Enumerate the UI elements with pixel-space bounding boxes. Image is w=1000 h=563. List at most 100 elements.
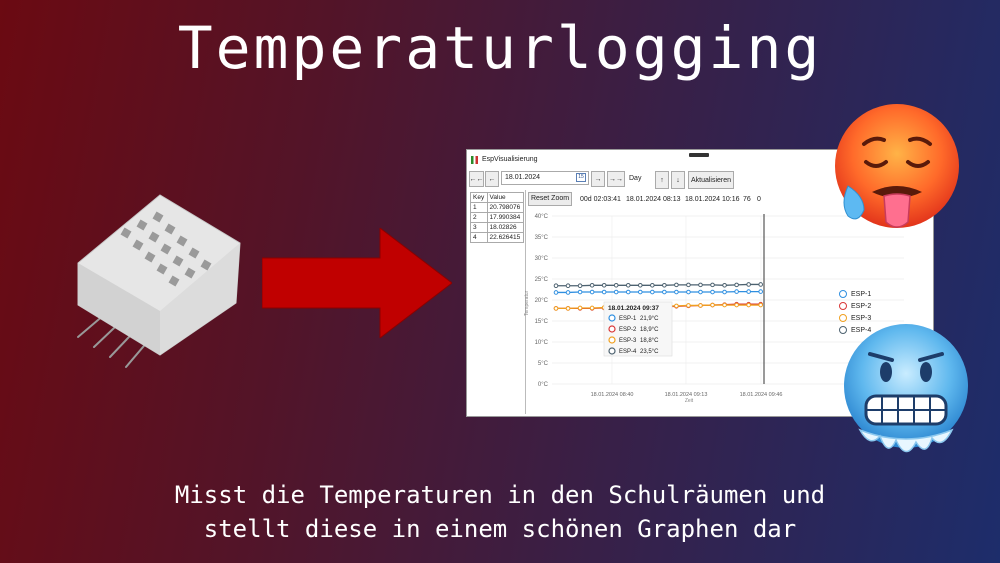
data-point — [613, 289, 619, 295]
data-point — [686, 289, 691, 295]
back-fast-button[interactable]: ←← — [469, 171, 484, 187]
legend-label: ESP-1 — [851, 290, 872, 298]
data-point — [710, 289, 715, 295]
forward-fast-button[interactable]: →→ — [607, 171, 625, 187]
data-point — [565, 306, 571, 311]
data-point — [553, 283, 559, 289]
data-point — [577, 283, 583, 289]
tooltip-series-dot — [608, 314, 616, 322]
y-tick-label: 5°C — [538, 361, 549, 367]
tooltip-series-value: 21,9°C — [640, 316, 659, 322]
table-cell-key: 4 — [470, 232, 488, 243]
table-row[interactable]: 4 22.626415 — [470, 232, 525, 243]
data-point — [674, 289, 679, 295]
y-tick-label: 35°C — [535, 235, 549, 241]
data-point — [710, 282, 715, 288]
data-point — [589, 289, 595, 295]
table-row[interactable]: 1 20.798076 — [470, 202, 525, 213]
table-row[interactable]: 2 17.990384 — [470, 212, 525, 223]
table-header-key: Key — [470, 192, 488, 203]
table-header-value: Value — [486, 192, 525, 203]
y-tick-label: 25°C — [535, 277, 549, 283]
tooltip-series-value: 18,9°C — [640, 327, 659, 333]
table-cell-value: 17.990384 — [486, 212, 525, 223]
y-tick-label: 10°C — [535, 340, 549, 346]
x-tick-label: 18.01.2024 09:46 — [740, 392, 783, 398]
legend-item[interactable]: ESP-1 — [839, 288, 871, 300]
subtitle-line-2: stellt diese in einem schönen Graphen da… — [203, 515, 797, 543]
table-cell-value: 20.798076 — [486, 202, 525, 213]
data-point — [674, 303, 679, 309]
data-point — [686, 303, 691, 308]
data-point — [698, 282, 703, 288]
y-tick-label: 20°C — [535, 298, 549, 304]
data-point — [662, 289, 667, 295]
arrow-right-icon — [262, 228, 452, 338]
data-point — [577, 289, 583, 295]
dht-sensor-image — [77, 194, 241, 368]
tooltip-series-name: ESP-1 — [619, 316, 637, 322]
tooltip-series-value: 23,5°C — [640, 349, 659, 355]
data-point — [589, 305, 595, 311]
legend-label: ESP-2 — [851, 302, 872, 310]
table-cell-value: 18.02826 — [486, 222, 525, 233]
tooltip-series-dot — [608, 336, 616, 344]
info-duration: 00d 02:03:41 — [580, 196, 621, 203]
y-tick-label: 30°C — [535, 256, 549, 262]
table-cell-key: 2 — [470, 212, 488, 223]
data-point — [589, 283, 595, 288]
tooltip-series-name: ESP-3 — [619, 338, 637, 344]
data-point — [734, 282, 739, 288]
data-point — [553, 306, 559, 311]
data-point — [758, 282, 763, 287]
x-axis-label: Zeit — [685, 398, 694, 404]
series-line — [556, 283, 761, 287]
range-label[interactable]: Day — [629, 175, 641, 182]
date-picker[interactable]: 18.01.2024 15 — [501, 171, 589, 185]
legend-item[interactable]: ESP-2 — [839, 300, 871, 312]
calendar-icon[interactable]: 15 — [576, 173, 586, 182]
table-row[interactable]: 3 18.02826 — [470, 222, 525, 233]
data-point — [601, 289, 607, 295]
app-icon — [471, 156, 478, 164]
camera-notch — [689, 153, 709, 157]
back-button[interactable]: ← — [485, 171, 499, 187]
info-start: 18.01.2024 08:13 — [626, 196, 681, 203]
y-tick-label: 0°C — [538, 382, 549, 388]
y-tick-label: 15°C — [535, 319, 549, 325]
data-point — [746, 289, 751, 294]
table-cell-value: 22.626415 — [486, 232, 525, 243]
sort-up-button[interactable]: ↑ — [655, 171, 669, 189]
data-point — [577, 305, 583, 311]
x-tick-label: 18.01.2024 08:40 — [591, 392, 634, 398]
data-point — [637, 289, 643, 295]
table-cell-key: 1 — [470, 202, 488, 213]
data-point — [758, 302, 763, 308]
table-header-row: Key Value — [470, 192, 525, 203]
page-title: Temperaturlogging — [177, 14, 823, 82]
forward-button[interactable]: → — [591, 171, 605, 187]
data-point — [722, 302, 727, 308]
sort-down-button[interactable]: ↓ — [671, 171, 685, 189]
refresh-button[interactable]: Aktualisieren — [688, 171, 734, 189]
legend-marker — [839, 290, 847, 298]
page-subtitle: Misst die Temperaturen in den Schulräume… — [0, 478, 1000, 546]
data-point — [650, 289, 655, 295]
legend-marker — [839, 302, 847, 310]
data-point — [698, 289, 703, 295]
data-point — [613, 283, 619, 288]
tooltip-series-name: ESP-2 — [619, 327, 637, 333]
tooltip-title: 18.01.2024 09:37 — [608, 305, 659, 312]
values-table: Key Value 1 20.798076 2 17.990384 3 18.0… — [470, 192, 525, 243]
data-point — [625, 283, 631, 288]
data-point — [734, 302, 739, 308]
y-tick-label: 40°C — [535, 214, 549, 220]
info-end: 18.01.2024 10:16 — [685, 196, 740, 203]
data-point — [662, 283, 667, 288]
data-point — [686, 282, 691, 288]
hot-face-emoji — [835, 104, 959, 228]
tooltip-series-value: 18,8°C — [640, 338, 659, 344]
data-point — [637, 283, 643, 288]
tooltip-series-dot — [608, 325, 616, 333]
reset-zoom-button[interactable]: Reset Zoom — [528, 192, 572, 206]
